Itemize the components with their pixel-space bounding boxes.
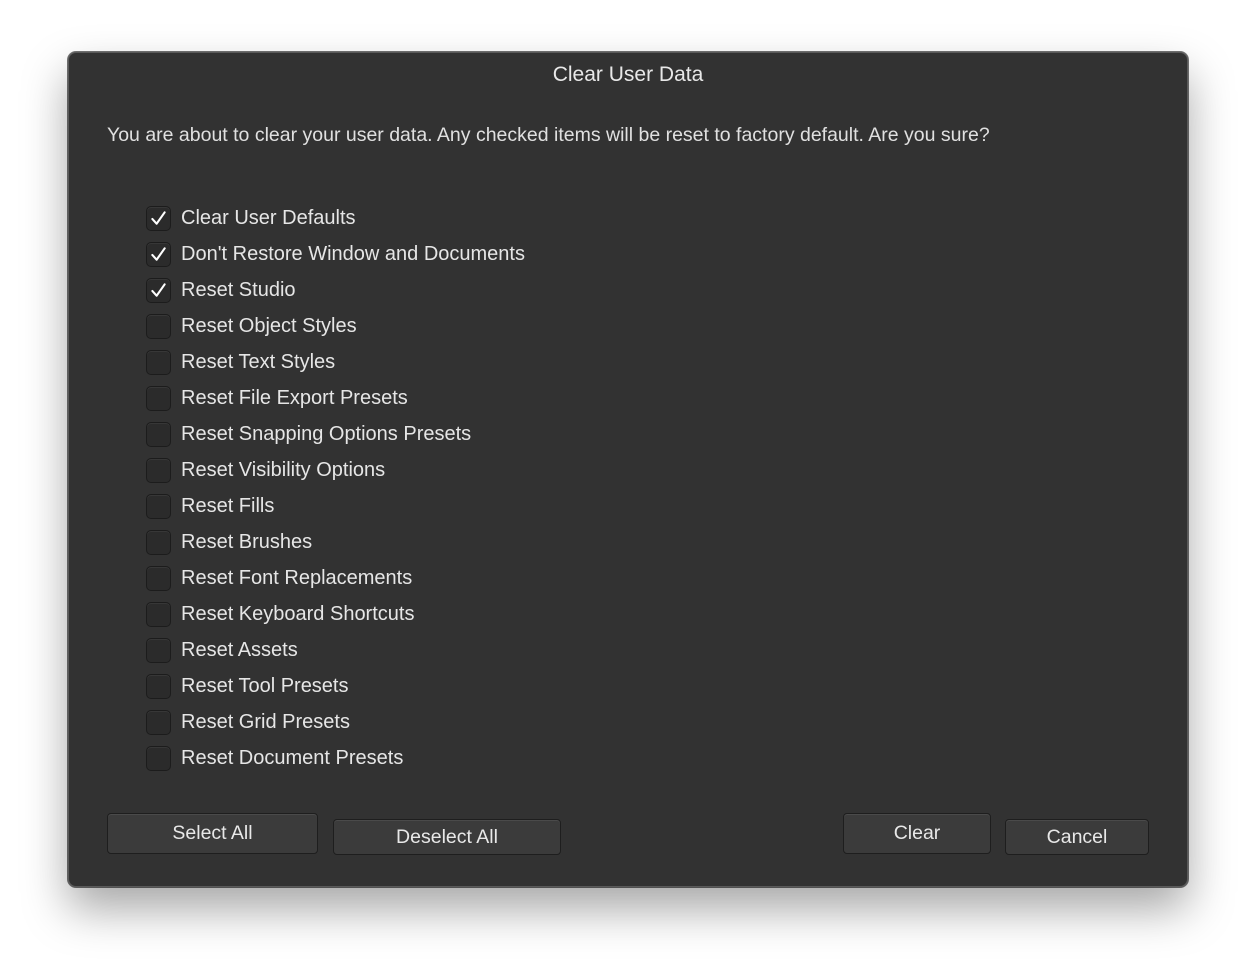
option-label: Reset Studio [181,278,296,301]
option-label: Clear User Defaults [181,206,356,229]
clear-button[interactable]: Clear [843,813,991,854]
checkbox-checked[interactable] [146,277,171,303]
checkbox-unchecked[interactable] [146,565,171,591]
option-label: Reset Object Styles [181,314,357,337]
checkbox-checked[interactable] [146,241,171,267]
checkmark-icon [151,282,166,297]
option-label: Reset Text Styles [181,350,336,373]
option-row[interactable]: Reset Text Styles [146,344,525,380]
dialog-title: Clear User Data [552,63,704,86]
checkbox-unchecked[interactable] [146,745,171,771]
option-label: Reset Tool Presets [181,674,349,697]
option-row[interactable]: Reset Snapping Options Presets [146,416,525,452]
option-label: Reset Brushes [181,530,313,553]
checkbox-unchecked[interactable] [146,601,171,627]
dialog-message: You are about to clear your user data. A… [107,124,990,146]
option-label: Reset Snapping Options Presets [181,422,472,445]
checkbox-unchecked[interactable] [146,709,171,735]
option-label: Reset Font Replacements [181,566,413,589]
option-row[interactable]: Reset Tool Presets [146,668,525,704]
checkbox-unchecked[interactable] [146,385,171,411]
checkbox-unchecked[interactable] [146,637,171,663]
checkmark-icon [151,246,166,261]
option-label: Reset File Export Presets [181,386,408,409]
option-row[interactable]: Reset Grid Presets [146,704,525,740]
option-label: Reset Document Presets [181,746,404,769]
option-row[interactable]: Don't Restore Window and Documents [146,236,525,272]
select-all-button[interactable]: Select All [107,813,318,854]
checkbox-unchecked[interactable] [146,313,171,339]
option-label: Reset Keyboard Shortcuts [181,602,415,625]
clear-user-data-dialog: Clear User Data You are about to clear y… [68,52,1188,887]
checkbox-unchecked[interactable] [146,457,171,483]
option-label: Reset Grid Presets [181,710,350,733]
option-row[interactable]: Reset Document Presets [146,740,525,776]
option-row[interactable]: Reset Keyboard Shortcuts [146,596,525,632]
option-row[interactable]: Reset Brushes [146,524,525,560]
checkbox-unchecked[interactable] [146,529,171,555]
option-label: Reset Visibility Options [181,458,386,481]
checkbox-unchecked[interactable] [146,421,171,447]
option-row[interactable]: Reset Object Styles [146,308,525,344]
deselect-all-button[interactable]: Deselect All [333,819,561,855]
checkbox-checked[interactable] [146,205,171,231]
reset-options-list: Clear User Defaults Don't Restore Window … [146,200,525,776]
checkbox-unchecked[interactable] [146,673,171,699]
checkbox-unchecked[interactable] [146,493,171,519]
checkbox-unchecked[interactable] [146,349,171,375]
option-row[interactable]: Clear User Defaults [146,200,525,236]
option-row[interactable]: Reset File Export Presets [146,380,525,416]
option-row[interactable]: Reset Assets [146,632,525,668]
option-row[interactable]: Reset Font Replacements [146,560,525,596]
checkmark-icon [151,210,166,225]
option-row[interactable]: Reset Studio [146,272,525,308]
cancel-button[interactable]: Cancel [1005,819,1149,855]
option-row[interactable]: Reset Visibility Options [146,452,525,488]
option-row[interactable]: Reset Fills [146,488,525,524]
option-label: Reset Assets [181,638,298,661]
option-label: Reset Fills [181,494,275,517]
option-label: Don't Restore Window and Documents [181,242,525,265]
